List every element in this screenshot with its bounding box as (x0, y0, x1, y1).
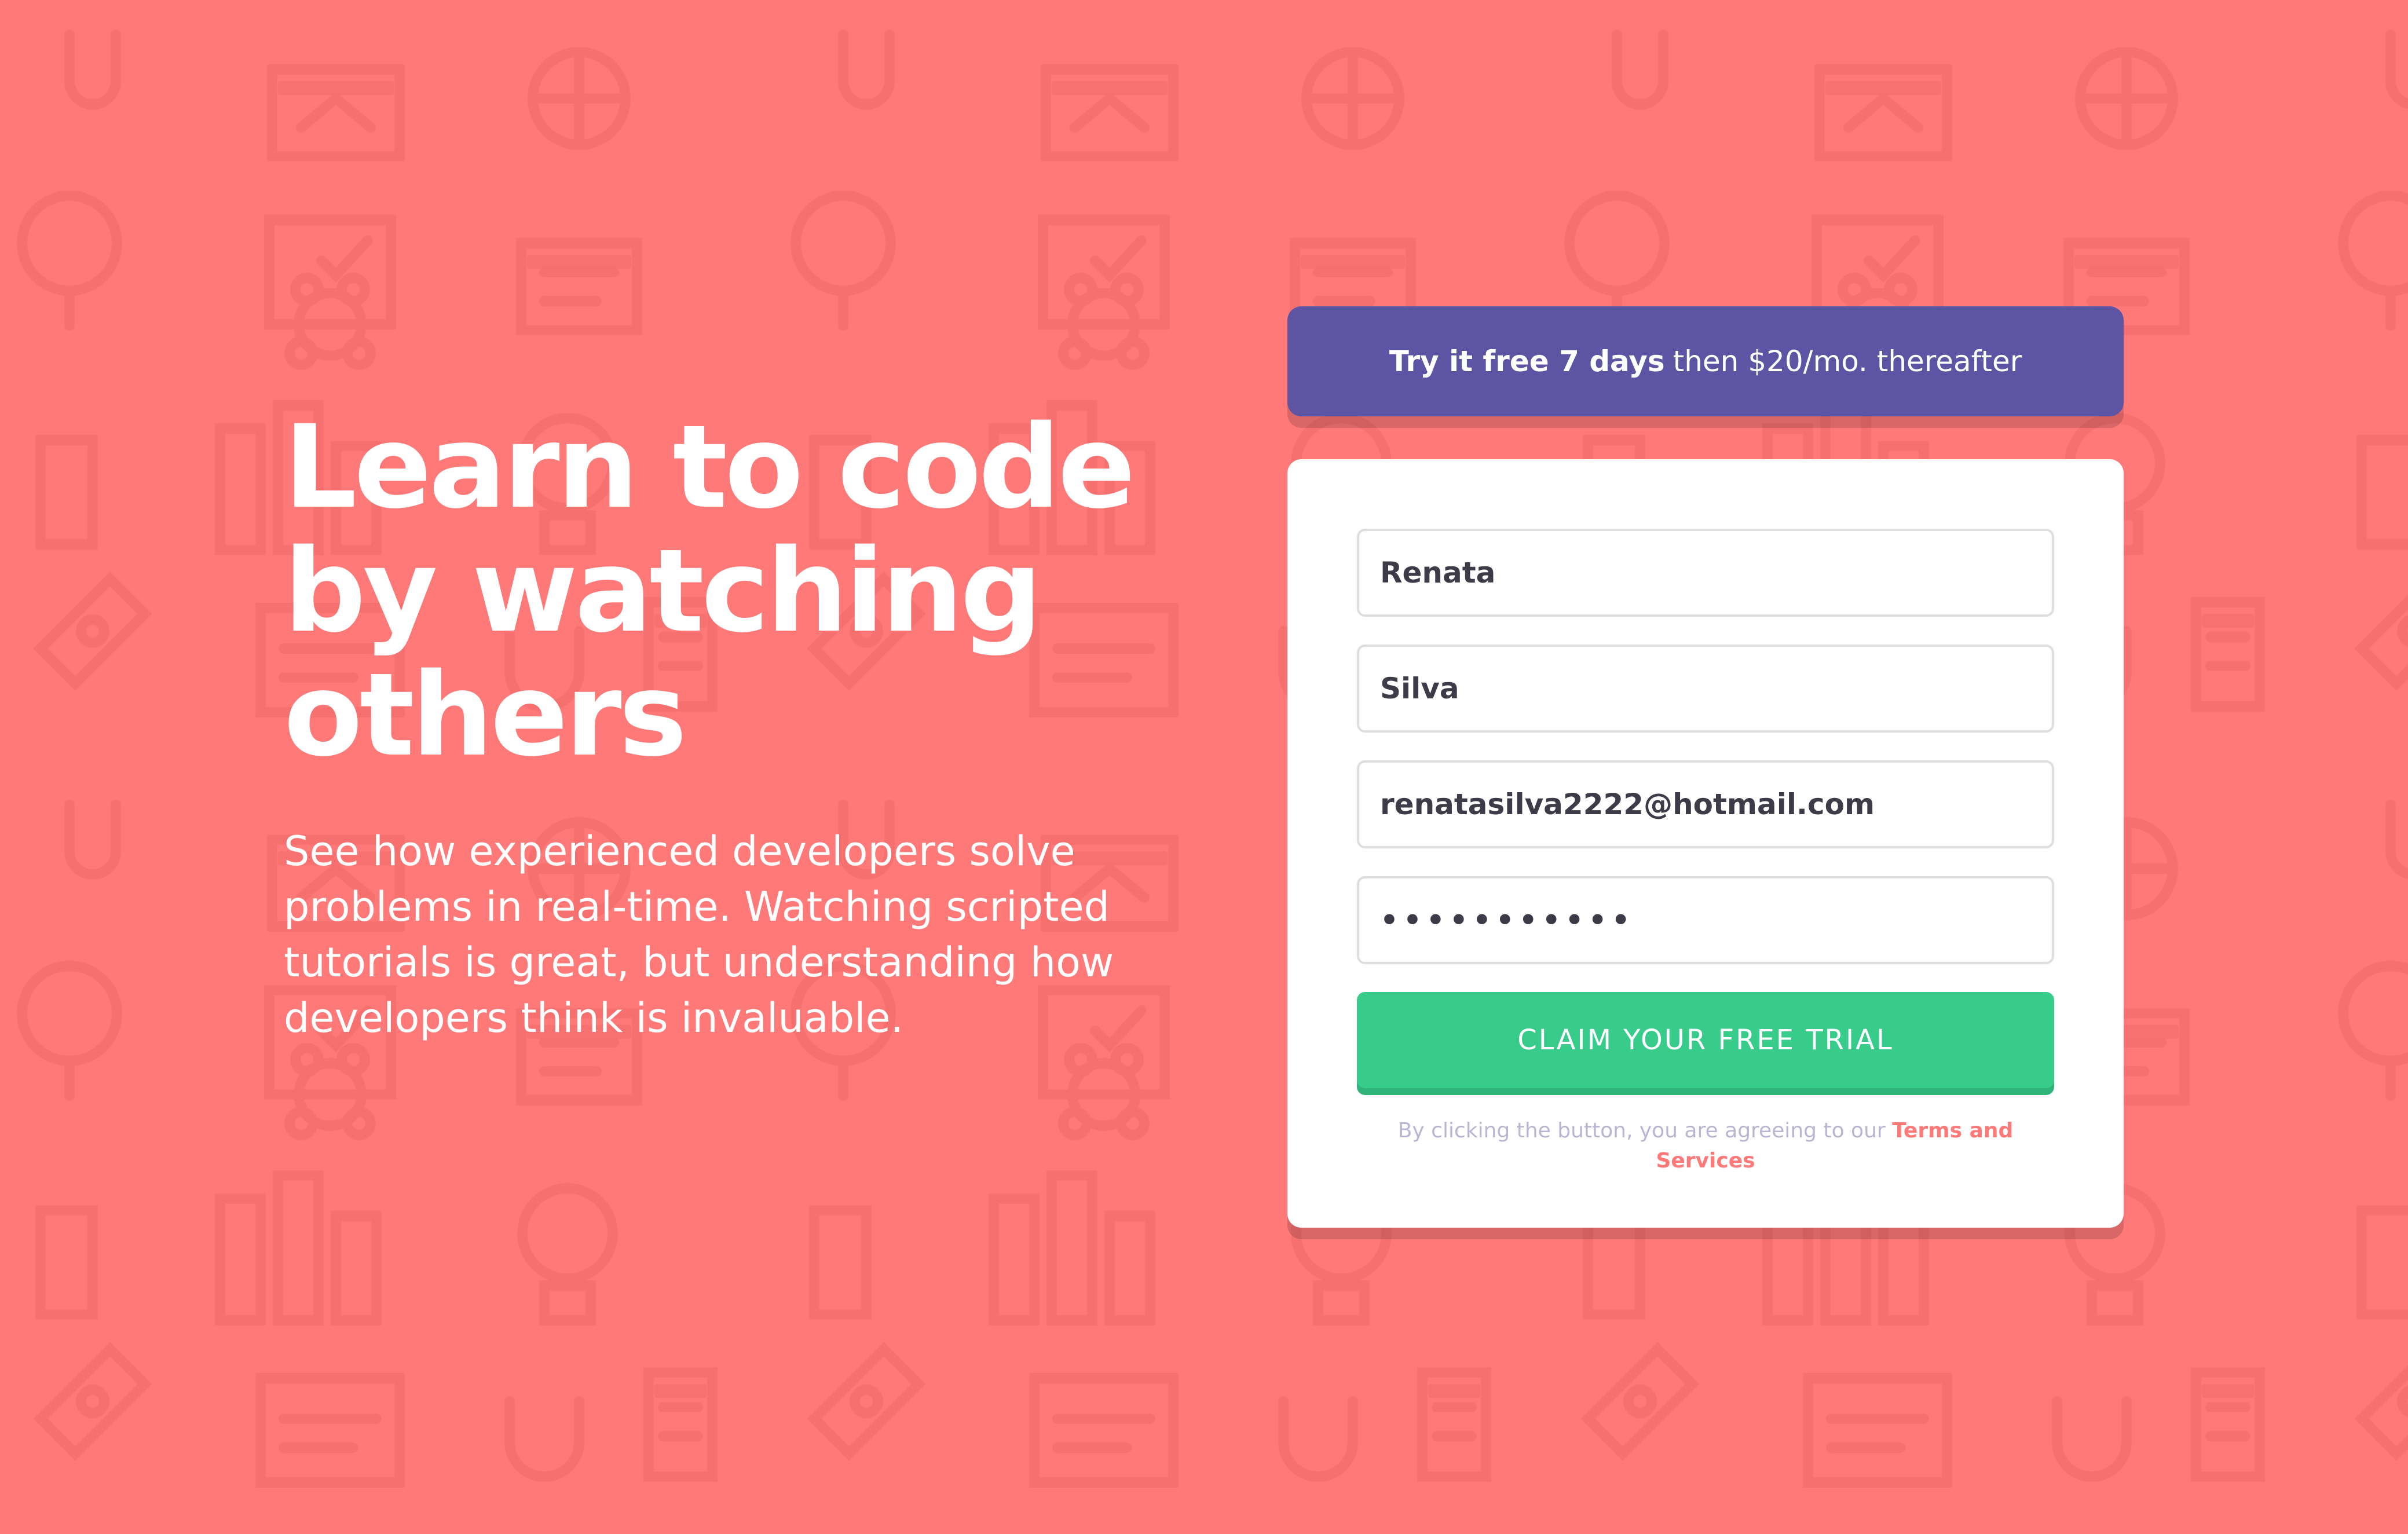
claim-free-trial-button[interactable]: Claim your free trial (1357, 992, 2054, 1088)
hero-section: Learn to code by watching others See how… (284, 405, 1187, 1046)
signup-form: Claim your free trial By clicking the bu… (1287, 459, 2124, 1228)
first-name-input[interactable] (1357, 529, 2054, 617)
last-name-input[interactable] (1357, 645, 2054, 733)
trial-offer-strong-text: Try it free 7 days (1389, 345, 1665, 378)
hero-title: Learn to code by watching others (284, 400, 1136, 782)
trial-offer-price-text: then $20/mo. thereafter (1673, 345, 2022, 378)
trial-offer-banner: Try it free 7 days then $20/mo. thereaft… (1287, 306, 2124, 416)
password-input[interactable] (1357, 876, 2054, 964)
terms-text: By clicking the button, you are agreeing… (1397, 1119, 1886, 1143)
terms-notice: By clicking the button, you are agreeing… (1357, 1116, 2054, 1176)
hero-description: See how experienced developers solve pro… (284, 828, 1114, 1042)
email-input[interactable] (1357, 760, 2054, 848)
